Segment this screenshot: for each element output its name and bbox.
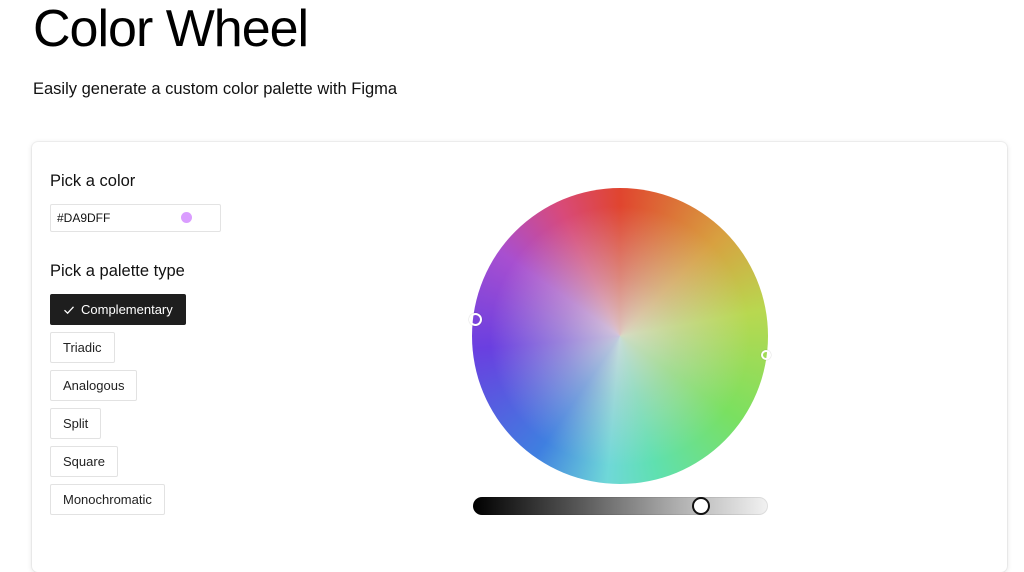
palette-option-label: Square: [63, 454, 105, 469]
palette-option-label: Split: [63, 416, 89, 431]
hex-input[interactable]: [57, 205, 167, 231]
palette-option-complementary[interactable]: Complementary: [50, 294, 186, 325]
palette-option-split[interactable]: Split: [50, 408, 102, 439]
palette-option-triadic[interactable]: Triadic: [50, 332, 115, 363]
palette-option-monochromatic[interactable]: Monochromatic: [50, 484, 165, 515]
palette-option-label: Monochromatic: [63, 492, 152, 507]
color-wheel-card: Pick a color Pick a palette type Complem…: [32, 142, 1007, 572]
pick-palette-label: Pick a palette type: [50, 262, 185, 280]
page-title: Color Wheel: [33, 0, 309, 58]
lightness-slider-thumb[interactable]: [691, 497, 710, 515]
lightness-slider[interactable]: [473, 497, 768, 515]
wheel-desaturation-overlay: [472, 188, 768, 484]
color-swatch[interactable]: [181, 212, 192, 223]
palette-option-label: Analogous: [63, 378, 125, 393]
palette-option-square[interactable]: Square: [50, 446, 118, 477]
color-input-field[interactable]: [50, 204, 221, 232]
palette-option-label: Triadic: [63, 340, 102, 355]
hue-handle-complement[interactable]: [761, 350, 771, 360]
color-wheel[interactable]: [469, 188, 771, 484]
palette-option-label: Complementary: [81, 302, 173, 317]
pick-color-label: Pick a color: [50, 172, 136, 190]
palette-option-analogous[interactable]: Analogous: [50, 370, 138, 401]
check-icon: [64, 305, 74, 314]
page-subtitle: Easily generate a custom color palette w…: [33, 80, 398, 98]
hue-handle-primary[interactable]: [469, 313, 482, 326]
